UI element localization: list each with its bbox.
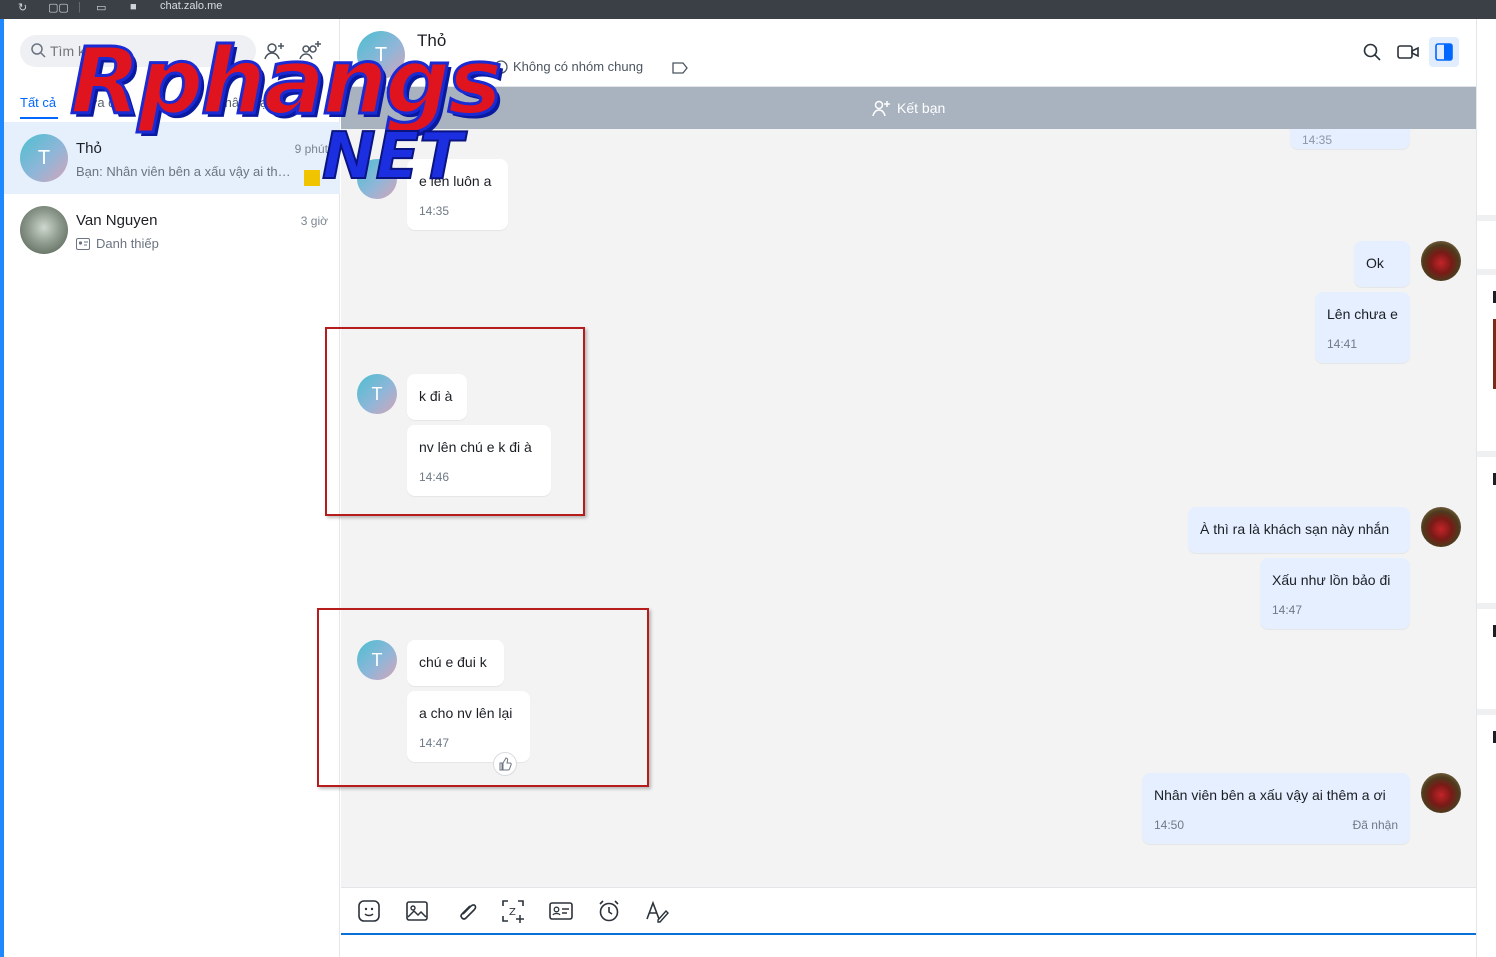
active-tab-indicator — [20, 117, 58, 119]
conversation-time: 9 phút — [294, 142, 328, 156]
message-bubble-outgoing[interactable]: 14:35 — [1290, 129, 1410, 149]
divider — [1477, 451, 1496, 457]
group-icon — [494, 60, 508, 74]
divider — [1477, 269, 1496, 275]
reminder-clock-icon[interactable] — [596, 898, 622, 924]
divider — [1477, 215, 1496, 221]
avatar — [20, 206, 68, 254]
tabs-icon[interactable]: ▢▢ — [48, 1, 69, 14]
tab-classify[interactable]: Phân loại — [216, 95, 270, 110]
conversation-sidebar: Tất cả Chưa đọc Phân loại T Thỏ 9 phút B… — [4, 19, 340, 957]
contact-avatar[interactable]: T — [357, 31, 405, 79]
divider: | — [78, 1, 81, 13]
sender-avatar[interactable]: T — [357, 640, 397, 680]
search-icon — [31, 43, 46, 58]
contact-card-icon — [76, 238, 90, 250]
avatar: T — [20, 134, 68, 182]
browser-toolbar: ↻ ▢▢ | ▭ ■ chat.zalo.me — [0, 0, 1496, 19]
video-call-button[interactable] — [1393, 37, 1423, 67]
delivery-status: Đã nhận — [1352, 818, 1398, 832]
reload-icon[interactable]: ↻ — [18, 1, 27, 14]
tab-all[interactable]: Tất cả — [20, 95, 56, 110]
conversation-item-tho[interactable]: T Thỏ 9 phút Bạn: Nhân viên bên a xấu vậ… — [4, 122, 340, 194]
thumbs-up-icon — [499, 757, 512, 771]
svg-text:Z: Z — [509, 907, 516, 918]
composer-toolbar: Z — [341, 887, 1476, 933]
search-messages-button[interactable] — [1357, 37, 1387, 67]
my-avatar[interactable] — [1421, 241, 1461, 281]
info-panel — [1476, 19, 1496, 957]
search-icon — [1363, 43, 1381, 61]
chat-header: T Thỏ Không có nhóm chung — [341, 19, 1476, 87]
video-camera-icon — [1397, 45, 1419, 59]
message-bubble-incoming[interactable]: k đi à — [407, 374, 467, 420]
create-group-icon[interactable] — [298, 39, 322, 63]
my-avatar[interactable] — [1421, 507, 1461, 547]
sticker-icon[interactable] — [356, 898, 382, 924]
message-bubble-incoming[interactable]: a cho nv lên lại 14:47 — [407, 691, 530, 762]
conversation-preview: Bạn: Nhân viên bên a xấu vậy ai thêm a ơ… — [76, 164, 294, 179]
message-bubble-outgoing[interactable]: Xấu như lồn bảo đi 14:47 — [1260, 558, 1410, 629]
lock-icon: ■ — [130, 1, 137, 13]
my-avatar[interactable] — [1421, 773, 1461, 813]
conversation-item-van-nguyen[interactable]: Van Nguyen 3 giờ Danh thiếp — [4, 194, 340, 266]
message-bubble-incoming[interactable]: chú e đui k — [407, 640, 504, 686]
sender-avatar[interactable]: T — [357, 374, 397, 414]
text-format-icon[interactable] — [644, 898, 670, 924]
message-bubble-outgoing[interactable]: Lên chưa e 14:41 — [1315, 292, 1410, 363]
tab-unread[interactable]: Chưa đọc — [72, 95, 129, 110]
zalo-app: ↻ ▢▢ | ▭ ■ chat.zalo.me Tất cả Chưa đọc … — [0, 0, 1496, 957]
message-bubble-incoming[interactable]: nv lên chú e k đi à 14:46 — [407, 425, 551, 496]
add-friend-label: Kết bạn — [897, 100, 946, 116]
message-bubble-outgoing[interactable]: Ok — [1354, 241, 1410, 287]
conversation-time: 3 giờ — [300, 214, 328, 228]
attachment-icon[interactable] — [452, 898, 478, 924]
screenshot-icon[interactable]: Z — [500, 898, 526, 924]
image-icon[interactable] — [404, 898, 430, 924]
search-input[interactable] — [50, 41, 240, 61]
common-groups-label[interactable]: Không có nhóm chung — [513, 59, 643, 74]
tag-icon[interactable] — [671, 60, 689, 76]
address-bar[interactable]: chat.zalo.me — [160, 0, 222, 12]
divider — [1477, 603, 1496, 609]
chat-panel: T Thỏ Không có nhóm chung Kết bạn 14:35 — [317, 19, 1476, 957]
message-bubble-outgoing[interactable]: À thì ra là khách sạn này nhắn — [1188, 507, 1410, 553]
divider — [1477, 709, 1496, 715]
contact-name[interactable]: Thỏ — [417, 31, 446, 51]
side-panel-icon — [1435, 43, 1453, 61]
conversation-name: Thỏ — [76, 140, 102, 157]
sender-avatar[interactable] — [357, 159, 397, 199]
conversation-tabs: Tất cả Chưa đọc Phân loại — [20, 89, 330, 121]
message-bubble-incoming[interactable]: e lên luôn a 14:35 — [407, 159, 508, 230]
contact-card-icon[interactable] — [548, 898, 574, 924]
conversation-preview: Danh thiếp — [76, 236, 294, 251]
like-reaction-button[interactable] — [493, 752, 517, 776]
site-icon: ▭ — [96, 2, 107, 14]
toggle-info-panel-button[interactable] — [1429, 37, 1459, 67]
message-input[interactable] — [341, 933, 1476, 957]
message-bubble-outgoing[interactable]: Nhân viên bên a xấu vậy ai thêm a ơi 14:… — [1142, 773, 1410, 844]
add-friend-icon[interactable] — [262, 39, 286, 63]
add-friend-bar[interactable]: Kết bạn — [341, 87, 1476, 129]
conversation-name: Van Nguyen — [76, 212, 158, 229]
search-box[interactable] — [20, 35, 256, 67]
add-friend-icon — [872, 100, 890, 117]
